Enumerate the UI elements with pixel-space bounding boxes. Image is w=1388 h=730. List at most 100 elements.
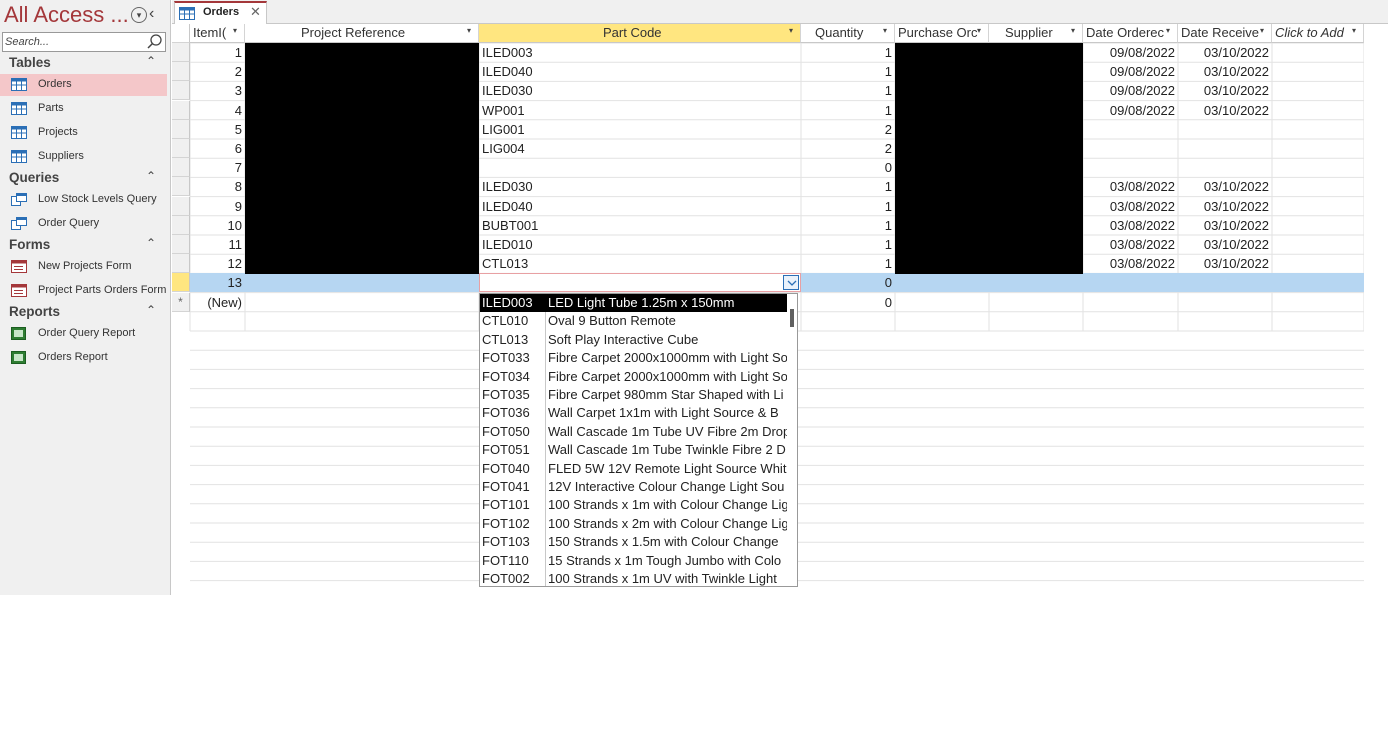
cell-part-code[interactable]: ILED040 xyxy=(479,62,801,81)
cell-date-received[interactable] xyxy=(1178,120,1272,139)
column-header-2[interactable]: Part Code ▾ xyxy=(479,24,801,43)
cell-part-code[interactable]: CTL013 xyxy=(479,254,801,273)
cell-quantity[interactable]: 1 xyxy=(801,43,895,62)
cell-date-received[interactable]: 03/10/2022 xyxy=(1178,43,1272,62)
cell-part-code[interactable] xyxy=(479,158,801,177)
cell-part-code[interactable]: ILED030 xyxy=(479,81,801,100)
cell-quantity[interactable]: 1 xyxy=(801,101,895,120)
cell-item-id[interactable]: 11 xyxy=(190,235,245,254)
scroll-thumb[interactable] xyxy=(790,309,794,327)
close-icon[interactable]: ✕ xyxy=(250,4,261,20)
nav-group-tables[interactable]: Tables ⌃ xyxy=(0,54,171,74)
dropdown-option[interactable]: FOT110 15 Strands x 1m Tough Jumbo with C… xyxy=(480,552,787,570)
part-code-input[interactable] xyxy=(482,275,772,291)
cell-quantity[interactable]: 1 xyxy=(801,235,895,254)
cell-date-ordered[interactable] xyxy=(1083,158,1178,177)
cell-item-id[interactable]: 7 xyxy=(190,158,245,177)
cell-new-record[interactable]: (New) xyxy=(190,293,245,312)
cell-date-received[interactable] xyxy=(1178,158,1272,177)
cell-date-received[interactable]: 03/10/2022 xyxy=(1178,216,1272,235)
sort-filter-arrow-icon[interactable]: ▾ xyxy=(789,26,793,35)
nav-item-project-parts-orders-form[interactable]: Project Parts Orders Form xyxy=(0,280,167,302)
row-selector[interactable] xyxy=(172,254,190,274)
cell-date-ordered[interactable]: 09/08/2022 xyxy=(1083,62,1178,81)
cell-date-received[interactable] xyxy=(1178,273,1272,292)
cell-part-code[interactable]: LIG001 xyxy=(479,120,801,139)
cell-date-ordered[interactable]: 03/08/2022 xyxy=(1083,235,1178,254)
cell-quantity[interactable]: 0 xyxy=(801,273,895,292)
nav-title[interactable]: All Access ... xyxy=(4,2,129,28)
cell-item-id[interactable]: 5 xyxy=(190,120,245,139)
chevron-up-icon[interactable]: ⌃ xyxy=(146,236,156,250)
nav-item-low-stock-levels-query[interactable]: Low Stock Levels Query xyxy=(0,189,167,211)
nav-group-forms[interactable]: Forms ⌃ xyxy=(0,236,171,256)
dropdown-option[interactable]: CTL013 Soft Play Interactive Cube xyxy=(480,331,787,349)
cell-date-received[interactable]: 03/10/2022 xyxy=(1178,81,1272,100)
cell-date-ordered[interactable]: 03/08/2022 xyxy=(1083,254,1178,273)
cell-quantity[interactable]: 1 xyxy=(801,254,895,273)
nav-item-orders[interactable]: Orders xyxy=(0,74,167,96)
nav-group-reports[interactable]: Reports ⌃ xyxy=(0,303,171,323)
cell-date-ordered[interactable] xyxy=(1083,273,1178,292)
column-header-7[interactable]: Date Receive ▾ xyxy=(1178,24,1272,43)
cell-item-id[interactable]: 2 xyxy=(190,62,245,81)
row-selector[interactable] xyxy=(172,196,190,216)
dropdown-option[interactable]: FOT102 100 Strands x 2m with Colour Chang… xyxy=(480,515,787,533)
cell-quantity[interactable]: 2 xyxy=(801,120,895,139)
cell-date-received[interactable]: 03/10/2022 xyxy=(1178,62,1272,81)
nav-item-projects[interactable]: Projects xyxy=(0,122,167,144)
sort-filter-arrow-icon[interactable]: ▾ xyxy=(1260,26,1264,35)
sort-filter-arrow-icon[interactable]: ▾ xyxy=(467,26,471,35)
cell-item-id[interactable]: 4 xyxy=(190,101,245,120)
row-selector[interactable] xyxy=(172,139,190,158)
dropdown-scrollbar[interactable] xyxy=(787,294,797,586)
column-header-8[interactable]: Click to Add ▾ xyxy=(1272,24,1364,43)
cell-date-received[interactable]: 03/10/2022 xyxy=(1178,254,1272,273)
column-header-6[interactable]: Date Orderec ▾ xyxy=(1083,24,1178,43)
dropdown-option[interactable]: FOT002 100 Strands x 1m UV with Twinkle L… xyxy=(480,570,787,586)
row-selector[interactable] xyxy=(172,43,190,62)
collapse-icon[interactable]: ‹ xyxy=(149,5,154,23)
row-selector[interactable] xyxy=(172,235,190,254)
nav-group-queries[interactable]: Queries ⌃ xyxy=(0,169,171,189)
dropdown-option[interactable]: FOT034 Fibre Carpet 2000x1000mm with Ligh… xyxy=(480,368,787,386)
cell-item-id[interactable]: 9 xyxy=(190,197,245,216)
column-header-0[interactable]: ItemI(▾ xyxy=(190,24,245,43)
cell-part-code[interactable]: ILED030 xyxy=(479,177,801,196)
cell-date-received[interactable]: 03/10/2022 xyxy=(1178,197,1272,216)
cell-date-received[interactable] xyxy=(1178,139,1272,158)
cell-item-id[interactable]: 8 xyxy=(190,177,245,196)
nav-item-suppliers[interactable]: Suppliers xyxy=(0,146,167,168)
row-selector[interactable] xyxy=(172,158,190,178)
cell-item-id[interactable]: 12 xyxy=(190,254,245,273)
cell-date-ordered[interactable]: 09/08/2022 xyxy=(1083,81,1178,100)
dropdown-option[interactable]: ILED003 LED Light Tube 1.25m x 150mm xyxy=(480,294,787,313)
part-code-dropdown-list[interactable]: ILED003 LED Light Tube 1.25m x 150mm CTL01… xyxy=(479,293,798,587)
row-selector[interactable] xyxy=(172,62,190,82)
row-selector[interactable] xyxy=(172,177,190,197)
sort-filter-arrow-icon[interactable]: ▾ xyxy=(977,26,981,35)
cell-part-code[interactable]: ILED003 xyxy=(479,43,801,62)
cell-date-received[interactable]: 03/10/2022 xyxy=(1178,235,1272,254)
part-code-combo[interactable] xyxy=(479,273,801,293)
nav-item-order-query-report[interactable]: Order Query Report xyxy=(0,323,167,345)
sort-filter-arrow-icon[interactable]: ▾ xyxy=(1352,26,1356,35)
search-icon[interactable] xyxy=(146,33,164,51)
dropdown-option[interactable]: FOT040 FLED 5W 12V Remote Light Source Wh… xyxy=(480,460,787,478)
sort-filter-arrow-icon[interactable]: ▾ xyxy=(1166,26,1170,35)
column-header-4[interactable]: Purchase Orc ▾ xyxy=(895,24,989,43)
cell-part-code[interactable]: ILED010 xyxy=(479,235,801,254)
cell-item-id[interactable]: 1 xyxy=(190,43,245,62)
dropdown-option[interactable]: FOT051 Wall Cascade 1m Tube Twinkle Fibre… xyxy=(480,441,787,459)
cell-quantity[interactable]: 2 xyxy=(801,139,895,158)
column-header-5[interactable]: Supplier ▾ xyxy=(989,24,1083,43)
nav-item-order-query[interactable]: Order Query xyxy=(0,213,167,235)
dropdown-option[interactable]: FOT033 Fibre Carpet 2000x1000mm with Ligh… xyxy=(480,349,787,367)
column-header-1[interactable]: Project Reference ▾ xyxy=(245,24,479,43)
cell-quantity[interactable]: 1 xyxy=(801,216,895,235)
cell-quantity[interactable]: 0 xyxy=(801,158,895,177)
nav-item-orders-report[interactable]: Orders Report xyxy=(0,347,167,369)
dropdown-option[interactable]: FOT041 12V Interactive Colour Change Ligh… xyxy=(480,478,787,496)
cell-item-id[interactable]: 6 xyxy=(190,139,245,158)
dropdown-button[interactable] xyxy=(783,275,799,291)
